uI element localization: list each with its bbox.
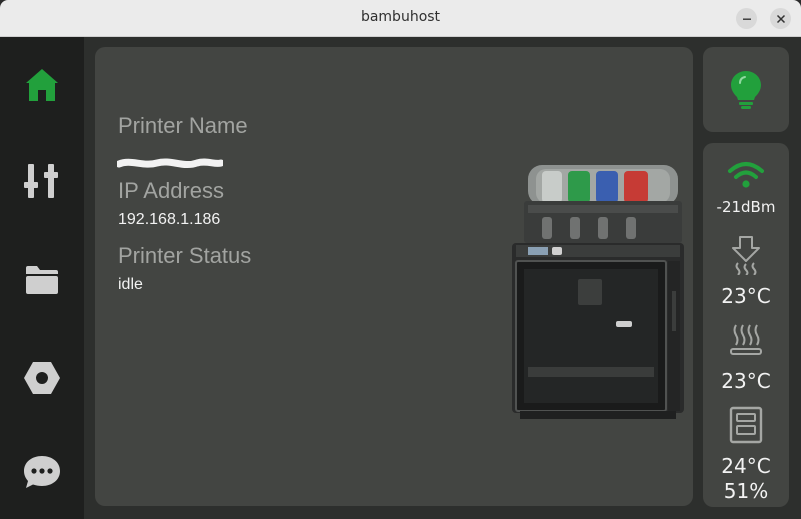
home-icon (26, 69, 58, 101)
minimize-button[interactable] (736, 8, 757, 29)
close-icon (776, 14, 785, 23)
chat-bubble-icon (24, 456, 60, 488)
printer-image (512, 165, 684, 419)
hexagon-nut-icon (24, 362, 60, 394)
printer-status-value: idle (118, 276, 143, 293)
sidebar-item-messages[interactable] (18, 448, 66, 496)
folder-icon (26, 266, 58, 294)
close-window-button[interactable] (770, 8, 791, 29)
chamber-icon (703, 406, 789, 444)
sidebar-item-home[interactable] (18, 61, 66, 109)
sidebar-item-files[interactable] (18, 256, 66, 304)
chamber-temp-value: 24°C (721, 454, 771, 478)
ip-address-value: 192.168.1.186 (118, 211, 221, 228)
status-card: -21dBm 23°C 23°C 24°C 51% (703, 143, 789, 507)
window-title: bambuhost (360, 9, 441, 25)
app-body: Printer Name IP Address 192.168.1.186 Pr… (0, 37, 801, 519)
lightbulb-icon (731, 70, 761, 109)
sidebar-item-controls[interactable] (18, 157, 66, 205)
nozzle-temp-value: 23°C (721, 284, 771, 308)
window-titlebar[interactable]: bambuhost (0, 0, 801, 37)
sliders-icon (24, 164, 58, 198)
chamber-humidity-value: 51% (723, 479, 769, 503)
nozzle-heat-icon (703, 235, 789, 275)
bed-temp-value: 23°C (721, 369, 771, 393)
wifi-signal-value: -21dBm (716, 198, 776, 216)
printer-info-card: Printer Name IP Address 192.168.1.186 Pr… (95, 47, 693, 506)
sidebar-item-filament[interactable] (18, 354, 66, 402)
light-toggle-card[interactable] (703, 47, 789, 132)
heatbed-icon (703, 321, 789, 357)
printer-name-label: Printer Name (118, 113, 248, 138)
ip-address-label: IP Address (118, 178, 224, 203)
printer-status-label: Printer Status (118, 243, 252, 268)
sidebar (0, 37, 84, 519)
minimize-icon (742, 18, 751, 20)
redacted-printer-name (117, 158, 223, 169)
wifi-icon (703, 159, 789, 191)
